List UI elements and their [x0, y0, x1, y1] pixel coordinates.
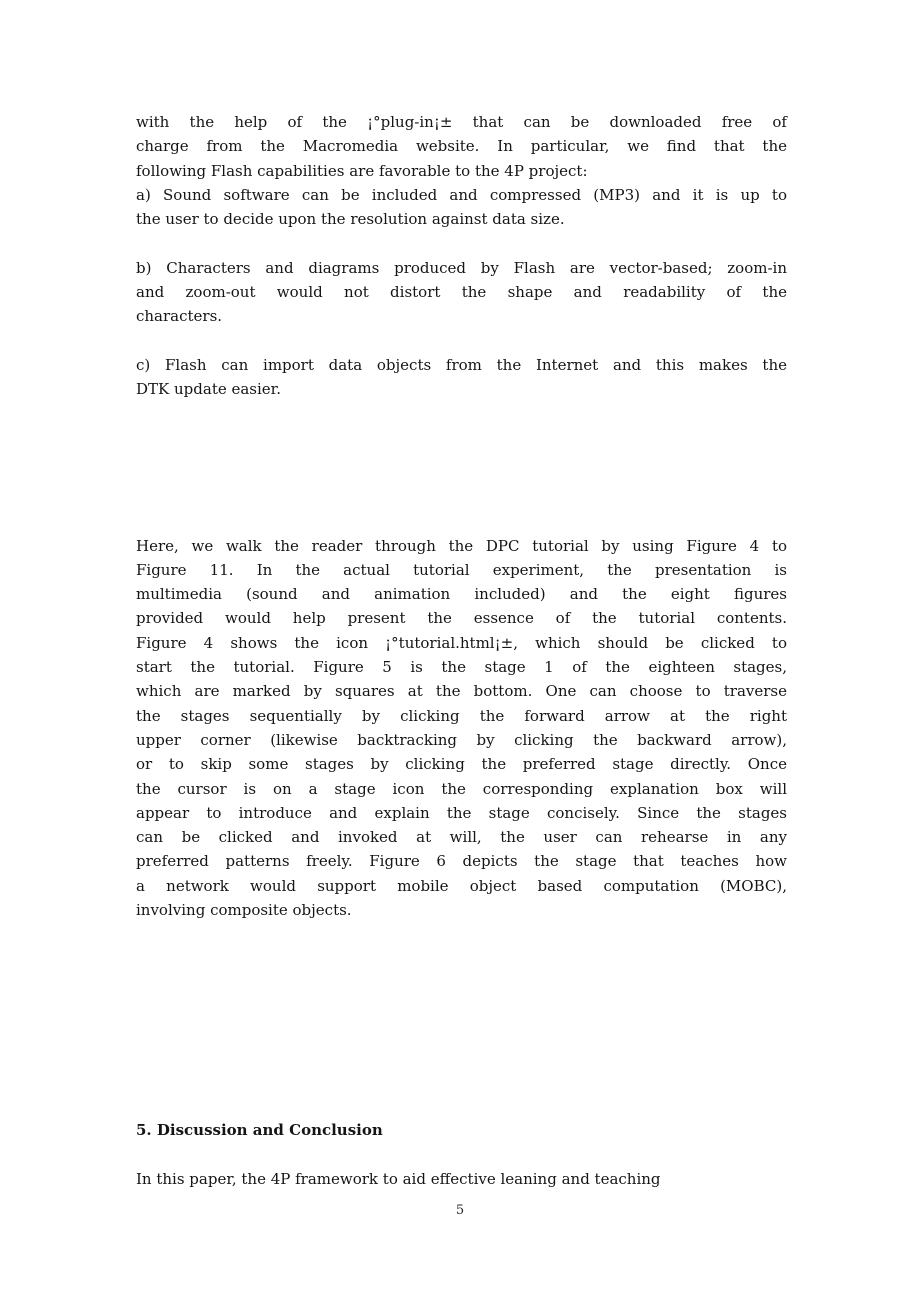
text-line: Figure 11. In the actual tutorial experi…: [136, 560, 787, 579]
text-line: In this paper, the 4P framework to aid e…: [136, 1169, 661, 1188]
text-line: or to skip some stages by clicking the p…: [136, 755, 787, 774]
paragraph-tutorial-walkthrough: Here, we walk the reader through the DPC…: [136, 534, 787, 923]
text-line: following Flash capabilities are favorab…: [136, 161, 588, 180]
text-line: preferred patterns freely. Figure 6 depi…: [136, 852, 787, 871]
text-column: with the help of the ¡°plug-in¡± that ca…: [136, 110, 787, 1191]
text-line: DTK update easier.: [136, 380, 281, 399]
text-line: c) Flash can import data objects from th…: [136, 355, 787, 374]
text-line: provided would help present the essence …: [136, 609, 787, 628]
list-item-b: b) Characters and diagrams produced by F…: [136, 256, 787, 329]
text-line: Figure 4 shows the icon ¡°tutorial.html¡…: [136, 633, 787, 652]
figure-placeholder-lower: [136, 922, 787, 1118]
paragraph-conclusion: In this paper, the 4P framework to aid e…: [136, 1167, 787, 1191]
section-heading: 5. Discussion and Conclusion: [136, 1121, 383, 1140]
text-line: the user to decide upon the resolution a…: [136, 210, 565, 229]
text-line: upper corner (likewise backtracking by c…: [136, 730, 787, 749]
text-line: charge from the Macromedia website. In p…: [136, 137, 787, 156]
text-line: can be clicked and invoked at will, the …: [136, 828, 787, 847]
page-number: 5: [455, 1203, 465, 1218]
text-line: characters.: [136, 307, 223, 326]
text-line: involving composite objects.: [136, 901, 352, 920]
list-item-c: c) Flash can import data objects from th…: [136, 353, 787, 402]
text-line: a network would support mobile object ba…: [136, 876, 787, 895]
text-line: start the tutorial. Figure 5 is the stag…: [136, 658, 787, 677]
text-line: the stages sequentially by clicking the …: [136, 706, 787, 725]
document-page: with the help of the ¡°plug-in¡± that ca…: [0, 0, 920, 1302]
text-line: and zoom-out would not distort the shape…: [136, 283, 787, 302]
text-line: the cursor is on a stage icon the corres…: [136, 779, 787, 798]
text-line: Here, we walk the reader through the DPC…: [136, 536, 787, 555]
text-line: b) Characters and diagrams produced by F…: [136, 258, 787, 277]
figure-placeholder-upper: [136, 402, 787, 534]
text-line: appear to introduce and explain the stag…: [136, 803, 787, 822]
text-line: multimedia (sound and animation included…: [136, 585, 787, 604]
text-line: a) Sound software can be included and co…: [136, 185, 787, 204]
list-item-a: a) Sound software can be included and co…: [136, 183, 787, 232]
text-line: which are marked by squares at the botto…: [136, 682, 787, 701]
paragraph-continued: with the help of the ¡°plug-in¡± that ca…: [136, 110, 787, 183]
text-line: with the help of the ¡°plug-in¡± that ca…: [136, 113, 787, 131]
